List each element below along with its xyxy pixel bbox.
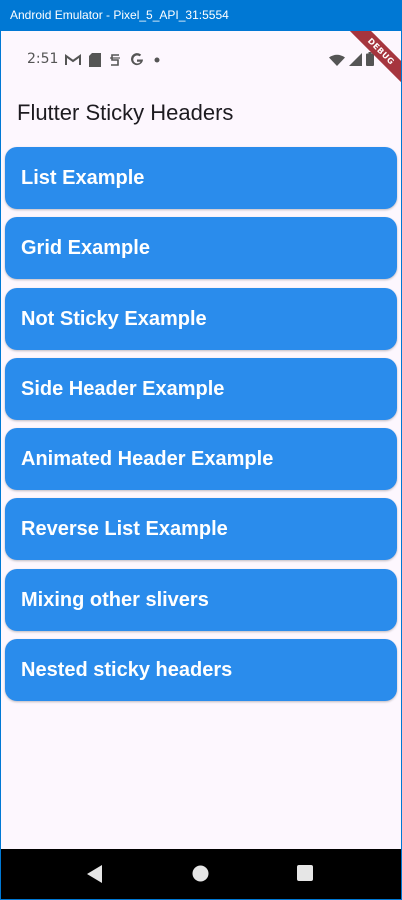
system-status-icons bbox=[329, 52, 374, 71]
device-screen: 2:51 DEBUG Flutter Sticky Headers List E… bbox=[1, 31, 401, 899]
animated-header-example-button[interactable]: Animated Header Example bbox=[5, 428, 397, 491]
signal-icon bbox=[349, 52, 362, 71]
gmail-icon bbox=[65, 54, 81, 66]
home-icon[interactable] bbox=[192, 865, 209, 882]
reverse-list-example-button[interactable]: Reverse List Example bbox=[5, 498, 397, 561]
side-header-example-button[interactable]: Side Header Example bbox=[5, 357, 397, 420]
sync-icon bbox=[109, 53, 121, 67]
grid-example-button[interactable]: Grid Example bbox=[5, 217, 397, 280]
page-title: Flutter Sticky Headers bbox=[17, 100, 234, 125]
app-bar: Flutter Sticky Headers bbox=[1, 89, 401, 145]
list-example-button[interactable]: List Example bbox=[5, 147, 397, 209]
recents-icon[interactable] bbox=[297, 865, 313, 881]
status-time: 2:51 bbox=[27, 51, 59, 67]
nested-sticky-headers-button[interactable]: Nested sticky headers bbox=[5, 639, 397, 702]
back-icon[interactable] bbox=[87, 865, 103, 883]
navigation-bar bbox=[1, 849, 401, 899]
dot-icon bbox=[153, 56, 161, 64]
examples-list: List Example Grid Example Not Sticky Exa… bbox=[5, 147, 397, 709]
mixing-other-slivers-button[interactable]: Mixing other slivers bbox=[5, 568, 397, 631]
emulator-window: Android Emulator - Pixel_5_API_31:5554 2… bbox=[0, 0, 402, 900]
notification-icons bbox=[65, 51, 161, 69]
google-icon bbox=[129, 52, 145, 68]
not-sticky-example-button[interactable]: Not Sticky Example bbox=[5, 287, 397, 350]
status-bar: 2:51 DEBUG bbox=[1, 31, 401, 91]
window-title: Android Emulator - Pixel_5_API_31:5554 bbox=[0, 0, 402, 31]
wifi-icon bbox=[329, 53, 345, 71]
sd-card-icon bbox=[89, 53, 101, 67]
